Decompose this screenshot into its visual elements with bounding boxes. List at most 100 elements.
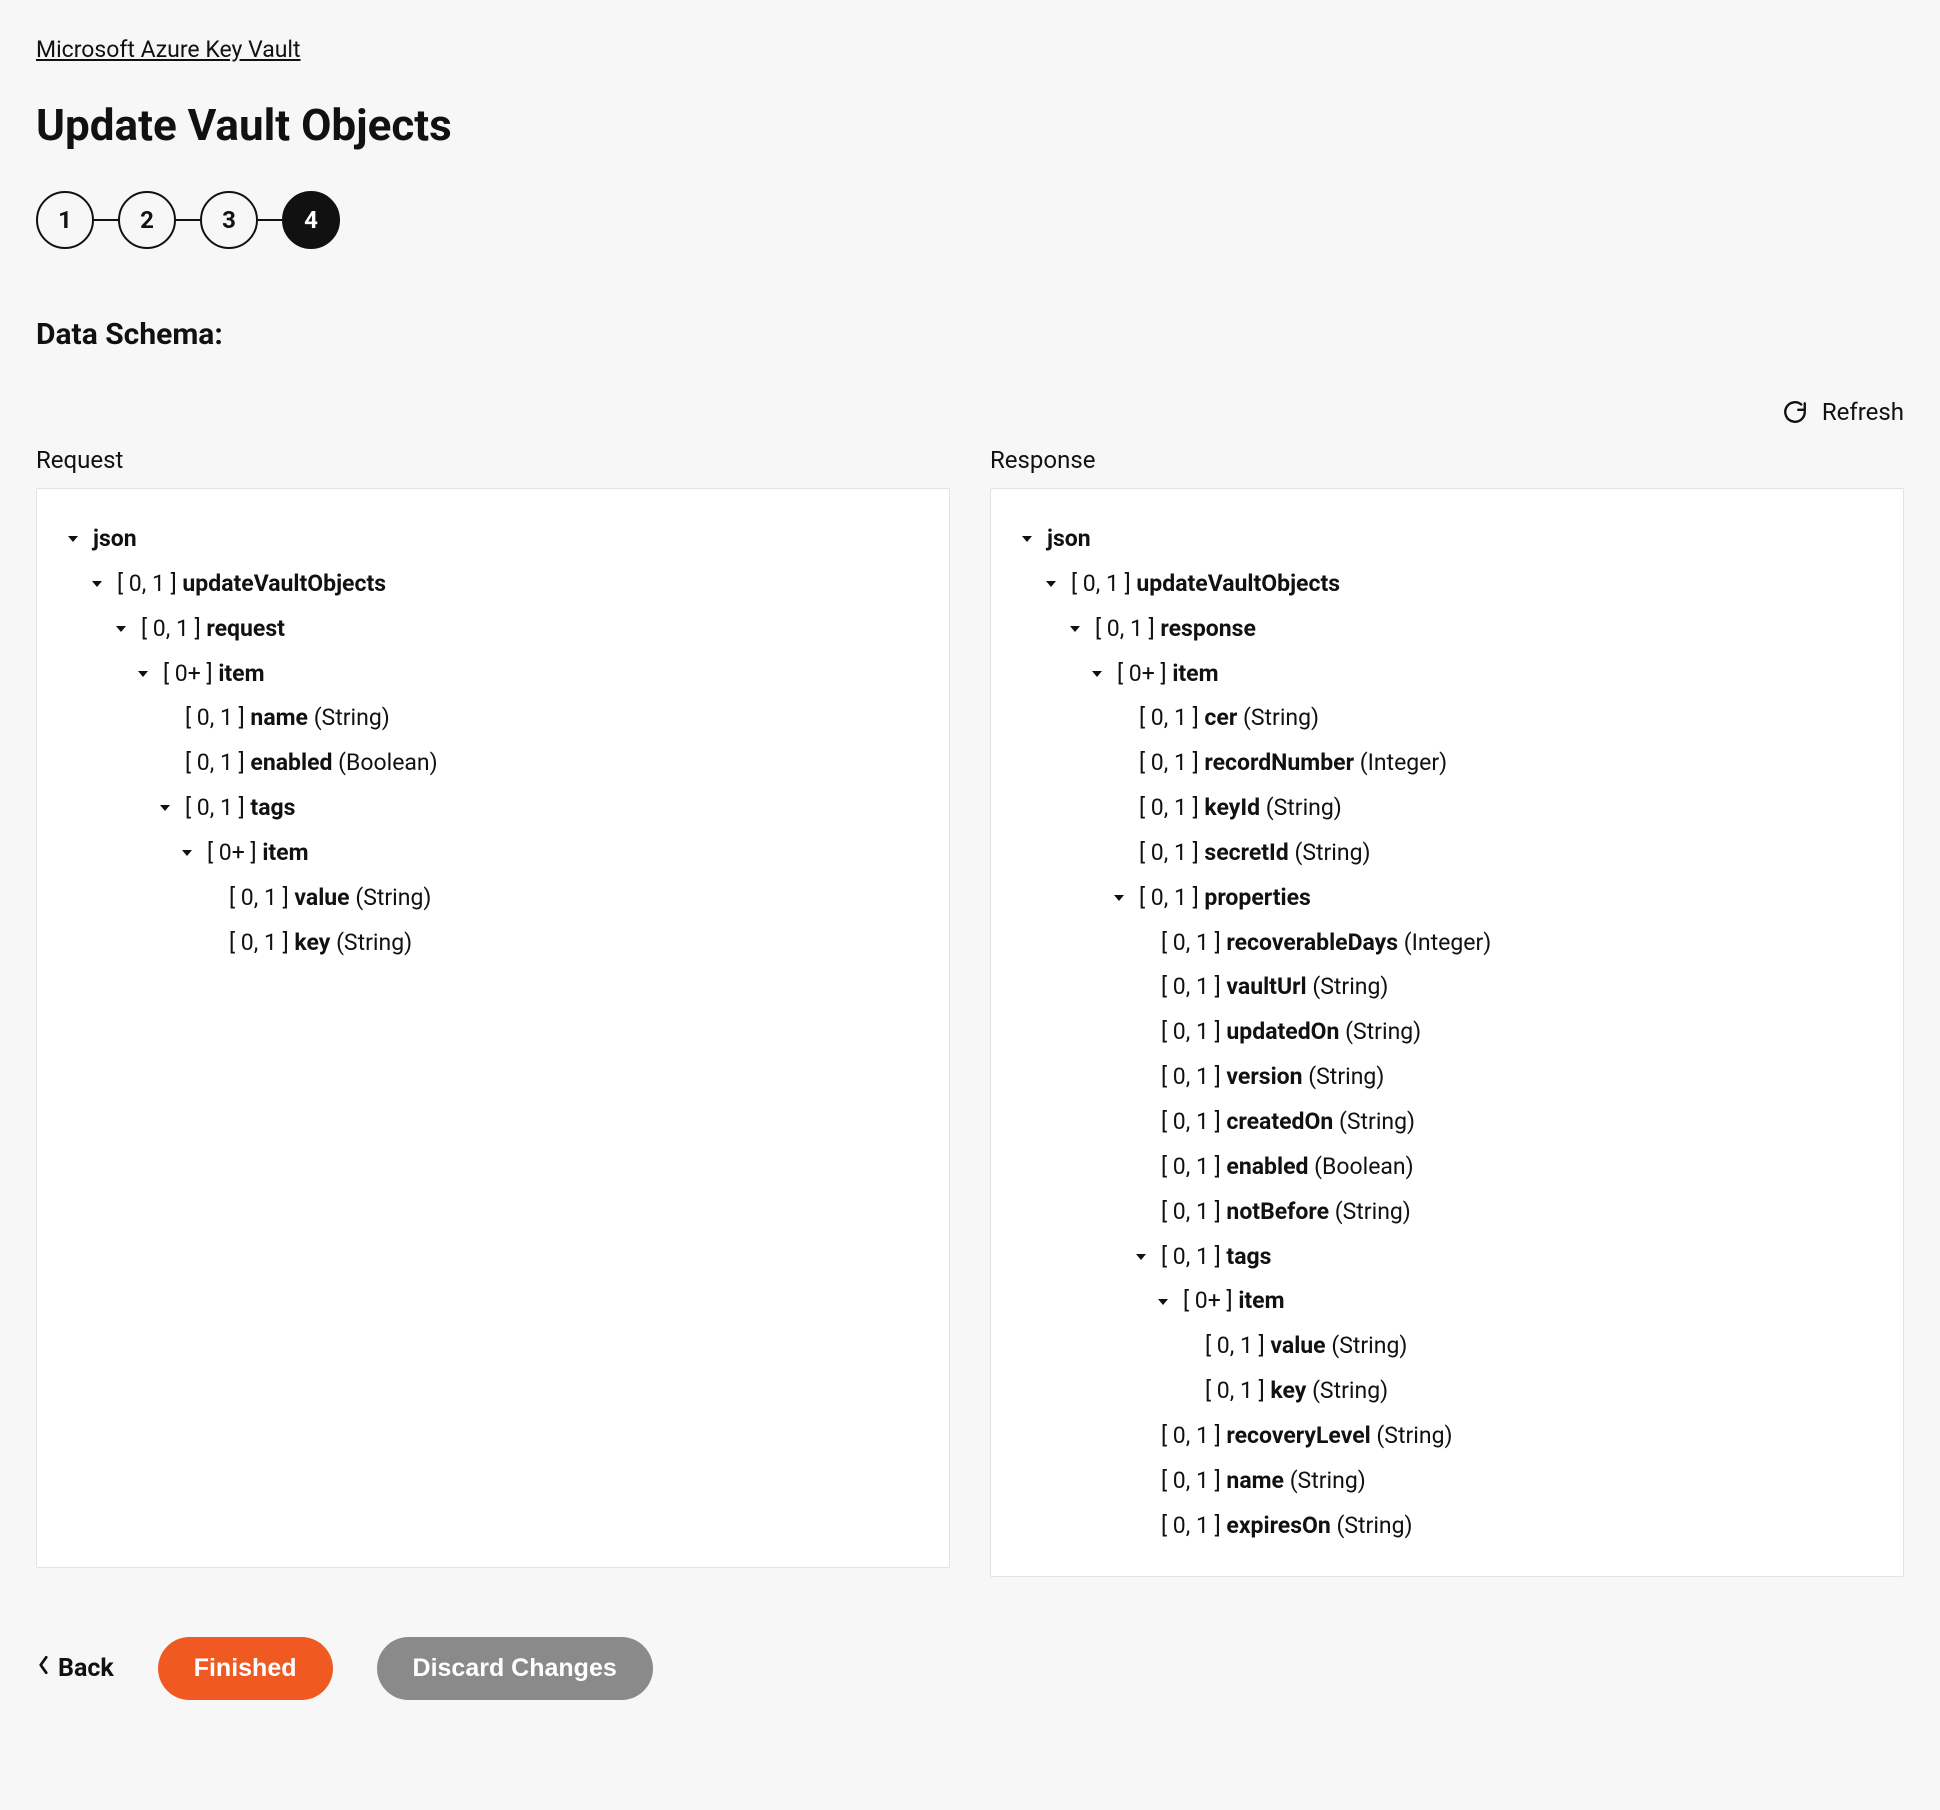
tree-node: [ 0, 1 ] expiresOn (String) xyxy=(1017,1504,1877,1549)
tree-node: [ 0, 1 ] key (String) xyxy=(1017,1369,1877,1414)
request-panel: Request json[ 0, 1 ] updateVaultObjects[… xyxy=(36,446,950,1577)
finished-button[interactable]: Finished xyxy=(158,1637,333,1700)
response-tree: json[ 0, 1 ] updateVaultObjects[ 0, 1 ] … xyxy=(990,488,1904,1577)
tree-node: [ 0, 1 ] recordNumber (Integer) xyxy=(1017,741,1877,786)
tree-node-label: [ 0, 1 ] updateVaultObjects xyxy=(1071,562,1340,607)
tree-node-label: [ 0, 1 ] key (String) xyxy=(229,921,412,966)
chevron-down-icon[interactable] xyxy=(1153,1292,1173,1312)
chevron-down-icon[interactable] xyxy=(111,619,131,639)
tree-node-label: [ 0, 1 ] secretId (String) xyxy=(1139,831,1371,876)
tree-node-label: [ 0, 1 ] version (String) xyxy=(1161,1055,1384,1100)
step-connector xyxy=(176,219,200,222)
chevron-down-icon[interactable] xyxy=(1041,574,1061,594)
step-3[interactable]: 3 xyxy=(200,191,258,249)
tree-node: [ 0, 1 ] enabled (Boolean) xyxy=(1017,1145,1877,1190)
tree-node: [ 0, 1 ] name (String) xyxy=(63,696,923,741)
tree-node: [ 0, 1 ] version (String) xyxy=(1017,1055,1877,1100)
step-1[interactable]: 1 xyxy=(36,191,94,249)
tree-node-label: [ 0, 1 ] vaultUrl (String) xyxy=(1161,965,1388,1010)
step-4[interactable]: 4 xyxy=(282,191,340,249)
tree-node: [ 0, 1 ] name (String) xyxy=(1017,1459,1877,1504)
section-heading: Data Schema: xyxy=(36,317,1904,352)
page-title: Update Vault Objects xyxy=(36,99,1904,151)
request-tree: json[ 0, 1 ] updateVaultObjects[ 0, 1 ] … xyxy=(36,488,950,1568)
tree-node-label: [ 0, 1 ] response xyxy=(1095,607,1256,652)
chevron-down-icon[interactable] xyxy=(1131,1247,1151,1267)
tree-node[interactable]: [ 0+ ] item xyxy=(1017,1279,1877,1324)
tree-node: [ 0, 1 ] secretId (String) xyxy=(1017,831,1877,876)
tree-node-label: [ 0, 1 ] value (String) xyxy=(229,876,431,921)
tree-node: [ 0, 1 ] value (String) xyxy=(63,876,923,921)
tree-node[interactable]: [ 0+ ] item xyxy=(1017,652,1877,697)
tree-node: [ 0, 1 ] key (String) xyxy=(63,921,923,966)
tree-node[interactable]: [ 0, 1 ] response xyxy=(1017,607,1877,652)
chevron-down-icon[interactable] xyxy=(87,574,107,594)
chevron-down-icon[interactable] xyxy=(1109,888,1129,908)
refresh-label: Refresh xyxy=(1822,398,1904,426)
tree-node[interactable]: [ 0, 1 ] request xyxy=(63,607,923,652)
discard-button[interactable]: Discard Changes xyxy=(377,1637,653,1700)
tree-node-label: json xyxy=(93,517,137,562)
tree-node: [ 0, 1 ] createdOn (String) xyxy=(1017,1100,1877,1145)
tree-node-label: [ 0+ ] item xyxy=(207,831,309,876)
tree-node[interactable]: [ 0, 1 ] properties xyxy=(1017,876,1877,921)
tree-node-label: [ 0, 1 ] recoveryLevel (String) xyxy=(1161,1414,1453,1459)
tree-node: [ 0, 1 ] recoveryLevel (String) xyxy=(1017,1414,1877,1459)
tree-node: [ 0, 1 ] cer (String) xyxy=(1017,696,1877,741)
breadcrumb[interactable]: Microsoft Azure Key Vault xyxy=(36,36,301,63)
tree-node-label: [ 0, 1 ] updatedOn (String) xyxy=(1161,1010,1421,1055)
request-panel-label: Request xyxy=(36,446,950,474)
chevron-down-icon[interactable] xyxy=(1065,619,1085,639)
chevron-down-icon[interactable] xyxy=(1017,529,1037,549)
chevron-down-icon[interactable] xyxy=(63,529,83,549)
refresh-button[interactable]: Refresh xyxy=(36,398,1904,426)
tree-node[interactable]: json xyxy=(1017,517,1877,562)
step-connector xyxy=(94,219,118,222)
chevron-left-icon xyxy=(36,1654,52,1683)
refresh-icon xyxy=(1782,399,1808,425)
tree-node-label: [ 0, 1 ] value (String) xyxy=(1205,1324,1407,1369)
tree-node-label: [ 0, 1 ] request xyxy=(141,607,285,652)
tree-node[interactable]: json xyxy=(63,517,923,562)
tree-node[interactable]: [ 0, 1 ] tags xyxy=(63,786,923,831)
tree-node-label: [ 0+ ] item xyxy=(163,652,265,697)
chevron-down-icon[interactable] xyxy=(155,798,175,818)
step-connector xyxy=(258,219,282,222)
chevron-down-icon[interactable] xyxy=(133,664,153,684)
tree-node-label: [ 0, 1 ] enabled (Boolean) xyxy=(185,741,438,786)
step-2[interactable]: 2 xyxy=(118,191,176,249)
tree-node-label: json xyxy=(1047,517,1091,562)
tree-node-label: [ 0, 1 ] notBefore (String) xyxy=(1161,1190,1411,1235)
tree-node-label: [ 0, 1 ] tags xyxy=(185,786,295,831)
tree-node-label: [ 0, 1 ] name (String) xyxy=(185,696,390,741)
stepper: 1234 xyxy=(36,191,1904,249)
response-panel: Response json[ 0, 1 ] updateVaultObjects… xyxy=(990,446,1904,1577)
tree-node: [ 0, 1 ] keyId (String) xyxy=(1017,786,1877,831)
tree-node-label: [ 0, 1 ] expiresOn (String) xyxy=(1161,1504,1413,1549)
tree-node: [ 0, 1 ] updatedOn (String) xyxy=(1017,1010,1877,1055)
response-panel-label: Response xyxy=(990,446,1904,474)
tree-node: [ 0, 1 ] enabled (Boolean) xyxy=(63,741,923,786)
tree-node-label: [ 0, 1 ] key (String) xyxy=(1205,1369,1388,1414)
chevron-down-icon[interactable] xyxy=(177,843,197,863)
chevron-down-icon[interactable] xyxy=(1087,664,1107,684)
tree-node[interactable]: [ 0+ ] item xyxy=(63,831,923,876)
tree-node-label: [ 0, 1 ] updateVaultObjects xyxy=(117,562,386,607)
tree-node-label: [ 0, 1 ] keyId (String) xyxy=(1139,786,1342,831)
tree-node-label: [ 0, 1 ] recoverableDays (Integer) xyxy=(1161,921,1491,966)
tree-node[interactable]: [ 0, 1 ] updateVaultObjects xyxy=(1017,562,1877,607)
tree-node-label: [ 0, 1 ] enabled (Boolean) xyxy=(1161,1145,1414,1190)
tree-node: [ 0, 1 ] vaultUrl (String) xyxy=(1017,965,1877,1010)
tree-node-label: [ 0+ ] item xyxy=(1117,652,1219,697)
tree-node-label: [ 0, 1 ] tags xyxy=(1161,1235,1271,1280)
tree-node[interactable]: [ 0, 1 ] updateVaultObjects xyxy=(63,562,923,607)
tree-node-label: [ 0, 1 ] name (String) xyxy=(1161,1459,1366,1504)
back-label: Back xyxy=(58,1654,114,1683)
tree-node[interactable]: [ 0, 1 ] tags xyxy=(1017,1235,1877,1280)
footer-buttons: Back Finished Discard Changes xyxy=(36,1637,1904,1700)
tree-node-label: [ 0+ ] item xyxy=(1183,1279,1285,1324)
tree-node: [ 0, 1 ] recoverableDays (Integer) xyxy=(1017,921,1877,966)
tree-node-label: [ 0, 1 ] recordNumber (Integer) xyxy=(1139,741,1447,786)
back-button[interactable]: Back xyxy=(36,1654,114,1683)
tree-node[interactable]: [ 0+ ] item xyxy=(63,652,923,697)
